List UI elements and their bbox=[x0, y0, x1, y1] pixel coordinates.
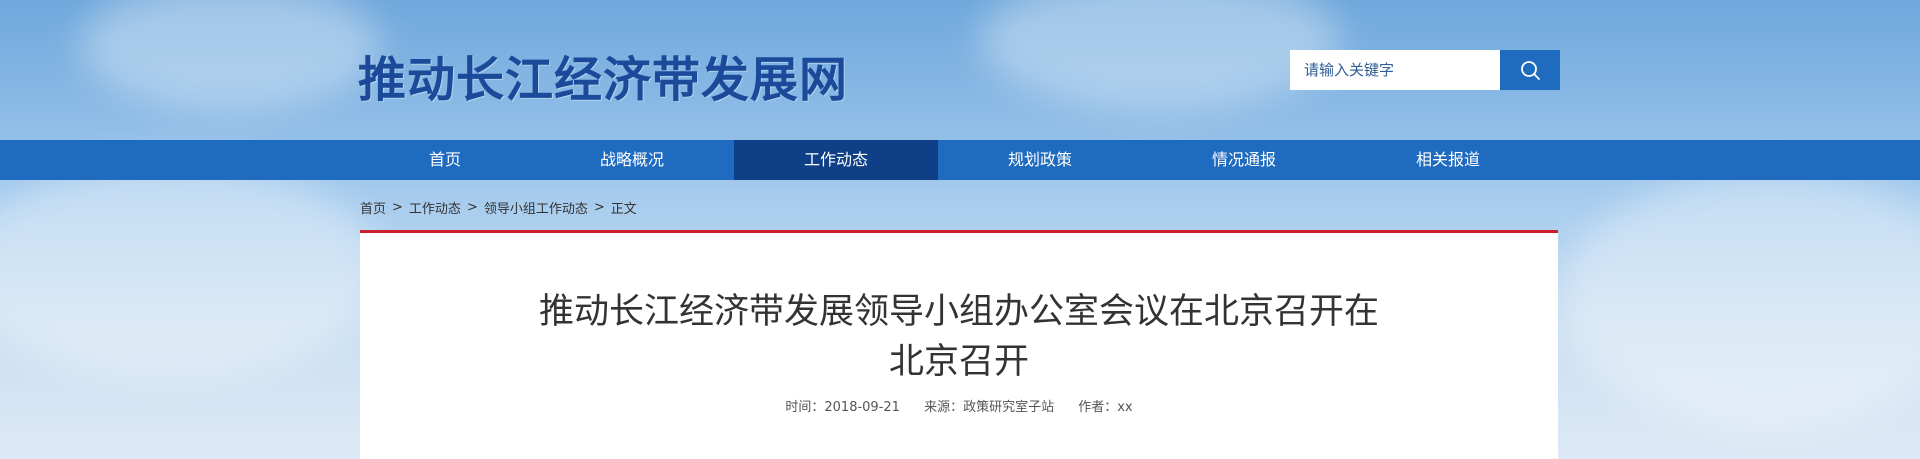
article-meta: 时间：2018-09-21 来源：政策研究室子站 作者：xx bbox=[360, 396, 1558, 415]
site-header: 推动长江经济带发展网 bbox=[0, 0, 1920, 140]
article-author: 作者：xx bbox=[1078, 400, 1133, 415]
breadcrumb-separator: > bbox=[593, 200, 605, 215]
cloud-decoration bbox=[1560, 170, 1920, 430]
site-title[interactable]: 推动长江经济带发展网 bbox=[358, 40, 848, 110]
main-nav: 首页 战略概况 工作动态 规划政策 情况通报 相关报道 bbox=[0, 140, 1920, 180]
breadcrumb: 首页 > 工作动态 > 领导小组工作动态 > 正文 bbox=[360, 198, 637, 217]
nav-item-briefings[interactable]: 情况通报 bbox=[1142, 140, 1346, 180]
article-date: 时间：2018-09-21 bbox=[785, 400, 900, 415]
article-source: 来源：政策研究室子站 bbox=[924, 400, 1055, 415]
search-input[interactable] bbox=[1290, 50, 1500, 90]
cloud-decoration bbox=[0, 160, 380, 380]
nav-item-home[interactable]: 首页 bbox=[343, 140, 547, 180]
article-title-line: 北京召开 bbox=[888, 342, 1029, 382]
article-panel: 推动长江经济带发展领导小组办公室会议在北京召开在 北京召开 时间：2018-09… bbox=[360, 230, 1558, 459]
search-button[interactable] bbox=[1500, 50, 1560, 90]
breadcrumb-current: 正文 bbox=[610, 202, 637, 217]
search-box bbox=[1290, 50, 1560, 90]
article-title-line: 推动长江经济带发展领导小组办公室会议在北京召开在 bbox=[538, 292, 1379, 332]
breadcrumb-leadership-updates[interactable]: 领导小组工作动态 bbox=[484, 198, 588, 217]
nav-item-planning-policy[interactable]: 规划政策 bbox=[938, 140, 1142, 180]
nav-item-strategy[interactable]: 战略概况 bbox=[530, 140, 734, 180]
breadcrumb-home[interactable]: 首页 bbox=[360, 198, 386, 217]
article-title: 推动长江经济带发展领导小组办公室会议在北京召开在 北京召开 bbox=[360, 287, 1558, 387]
breadcrumb-work-updates[interactable]: 工作动态 bbox=[409, 198, 461, 217]
nav-item-work-updates[interactable]: 工作动态 bbox=[734, 140, 938, 180]
search-icon bbox=[1521, 61, 1540, 80]
breadcrumb-separator: > bbox=[392, 200, 403, 215]
nav-item-related-reports[interactable]: 相关报道 bbox=[1346, 140, 1550, 180]
breadcrumb-separator: > bbox=[466, 200, 478, 215]
